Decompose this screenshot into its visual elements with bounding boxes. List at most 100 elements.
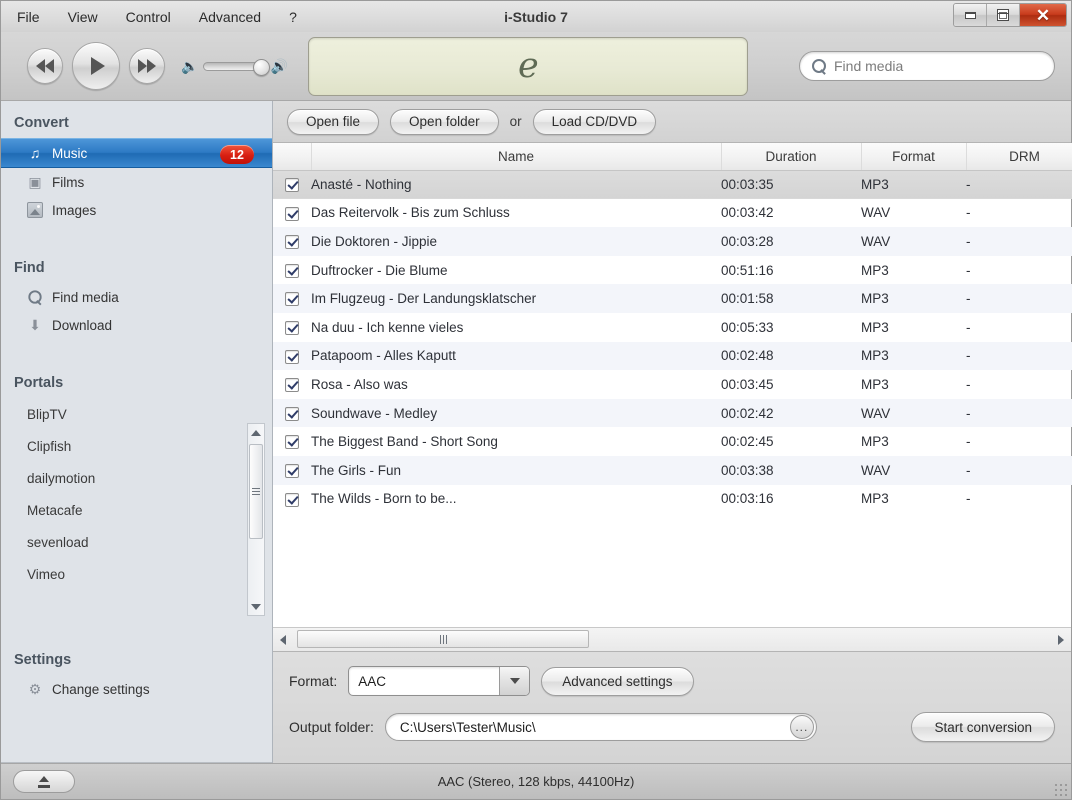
table-row[interactable]: Duftrocker - Die Blume 00:51:16 MP3 - [273,256,1072,285]
row-checkbox-cell[interactable] [273,485,311,514]
row-checkbox-cell[interactable] [273,170,311,199]
table-row[interactable]: Patapoom - Alles Kaputt 00:02:48 MP3- [273,341,1072,371]
checkbox-checked-icon[interactable] [285,463,299,478]
close-button[interactable]: ✕ [1020,4,1066,26]
column-header-duration[interactable]: Duration [721,143,862,171]
cell-format: WAV [861,398,966,428]
checkbox-checked-icon[interactable] [285,378,299,393]
search-icon [812,59,826,73]
format-select[interactable]: AAC [348,666,531,696]
table-header-row: Name Duration Format DRM [273,143,1072,171]
sidebar-item-metacafe[interactable]: Metacafe [1,494,272,526]
checkbox-checked-icon[interactable] [285,292,299,307]
sidebar-item-clipfish[interactable]: Clipfish [1,430,272,462]
chevron-down-icon[interactable] [499,667,530,695]
cell-duration: 00:01:58 [721,284,861,313]
sidebar-item-dailymotion[interactable]: dailymotion [1,462,272,494]
row-checkbox-cell[interactable] [273,427,311,456]
advanced-settings-button[interactable]: Advanced settings [541,666,694,696]
browse-button[interactable]: ... [789,715,814,739]
table-row[interactable]: Das Reitervolk - Bis zum Schluss 00:03:42… [273,199,1072,228]
checkbox-checked-icon[interactable] [285,235,299,250]
table-row[interactable]: Im Flugzeug - Der Landungsklatscher 00:01… [273,284,1072,313]
cell-drm: - [966,319,971,335]
media-table-header: Name Duration Format DRM [273,143,1072,171]
output-folder-input[interactable]: C:\Users\Tester\Music\ ... [384,713,817,741]
horizontal-scrollbar[interactable] [273,627,1071,651]
table-row[interactable]: The Biggest Band - Short Song 00:02:45 MP3… [273,427,1072,456]
minimize-button[interactable] [954,4,987,26]
checkbox-checked-icon[interactable] [285,263,299,278]
checkbox-checked-icon[interactable] [285,206,299,221]
column-header-checkbox[interactable] [273,143,312,171]
horizontal-scrollbar-track[interactable] [293,628,1051,651]
table-row[interactable]: Rosa - Also was 00:03:45 MP3 - [273,370,1072,399]
menu-item-help[interactable]: ? [287,7,299,27]
sidebar-section-find-title: Find [14,260,45,276]
volume-control[interactable]: 🔈 🔊 [181,58,288,76]
column-header-drm[interactable]: DRM [966,143,1072,171]
maximize-button[interactable] [987,4,1020,26]
cell-name: The Wilds - Born to be... [311,491,457,507]
next-button[interactable] [129,48,165,84]
row-checkbox-cell[interactable] [273,455,311,485]
table-row[interactable]: The Wilds - Born to be... 00:03:16 MP3 - [273,485,1072,514]
table-row[interactable]: Na duu - Ich kenne vieles 00:05:33 MP3 - [273,313,1072,342]
search-input[interactable]: Find media [834,58,903,74]
checkbox-checked-icon[interactable] [285,320,299,335]
sidebar-item-download[interactable]: ⬇ Download [1,311,272,339]
row-checkbox-cell[interactable] [273,256,311,285]
row-checkbox-cell[interactable] [273,398,311,428]
menu-item-file[interactable]: File [15,7,42,27]
cell-name: Anasté - Nothing [311,170,721,199]
checkbox-checked-icon[interactable] [285,435,299,450]
column-header-name[interactable]: Name [311,143,722,171]
checkbox-checked-icon[interactable] [285,178,299,193]
sidebar-scrollbar[interactable] [247,423,265,616]
volume-slider-thumb[interactable] [253,58,271,76]
row-checkbox-cell[interactable] [273,341,311,371]
load-cd-dvd-button[interactable]: Load CD/DVD [532,108,657,135]
open-folder-button[interactable]: Open folder [390,108,499,135]
table-row[interactable]: Die Doktoren - Jippie 00:03:28 WAV - [273,227,1072,256]
menu-item-control[interactable]: Control [124,7,173,27]
row-checkbox-cell[interactable] [273,313,311,342]
open-file-button[interactable]: Open file [287,108,380,135]
sidebar-item-sevenload[interactable]: sevenload [1,526,272,558]
table-row[interactable]: Soundwave - Medley 00:02:42 WAV - [273,398,1072,428]
scroll-up-button[interactable] [248,424,264,441]
row-checkbox-cell[interactable] [273,370,311,399]
resize-grip-icon[interactable] [1054,783,1068,797]
horizontal-scrollbar-thumb[interactable] [297,630,589,648]
sidebar-scrollbar-thumb[interactable] [249,444,263,539]
sidebar-item-images[interactable]: Images [1,196,272,224]
sidebar-item-bliptv[interactable]: BlipTV [1,398,272,430]
checkbox-checked-icon[interactable] [285,349,299,364]
sidebar-item-vimeo[interactable]: Vimeo [1,558,272,590]
row-checkbox-cell[interactable] [273,227,311,256]
column-header-format[interactable]: Format [861,143,967,171]
scroll-left-button[interactable] [273,634,293,645]
search-box[interactable]: Find media [799,51,1055,81]
previous-button[interactable] [27,48,63,84]
table-row[interactable]: The Girls - Fun 00:03:38 WAV - [273,455,1072,485]
sidebar-item-change-settings[interactable]: ⚙ Change settings [1,675,272,703]
table-row[interactable]: Anasté - Nothing 00:03:35 MP3- [273,170,1072,199]
row-checkbox-cell[interactable] [273,284,311,313]
cell-format: MP3 [861,319,889,335]
menu-item-advanced[interactable]: Advanced [197,7,263,27]
checkbox-checked-icon[interactable] [285,406,299,421]
scroll-right-button[interactable] [1051,634,1071,645]
play-button[interactable] [72,42,120,90]
sidebar-item-find-media[interactable]: Find media [1,283,272,311]
menu-item-view[interactable]: View [66,7,100,27]
sidebar-item-films[interactable]: ▣ Films [1,168,272,196]
sidebar-item-change-settings-label: Change settings [52,681,150,697]
cell-duration: 00:03:16 [721,491,774,507]
row-checkbox-cell[interactable] [273,199,311,228]
scroll-down-button[interactable] [248,598,264,615]
start-conversion-button[interactable]: Start conversion [911,712,1055,742]
checkbox-checked-icon[interactable] [285,492,299,507]
sidebar-item-music[interactable]: ♫ Music 12 [1,138,272,168]
volume-slider[interactable] [203,58,271,76]
